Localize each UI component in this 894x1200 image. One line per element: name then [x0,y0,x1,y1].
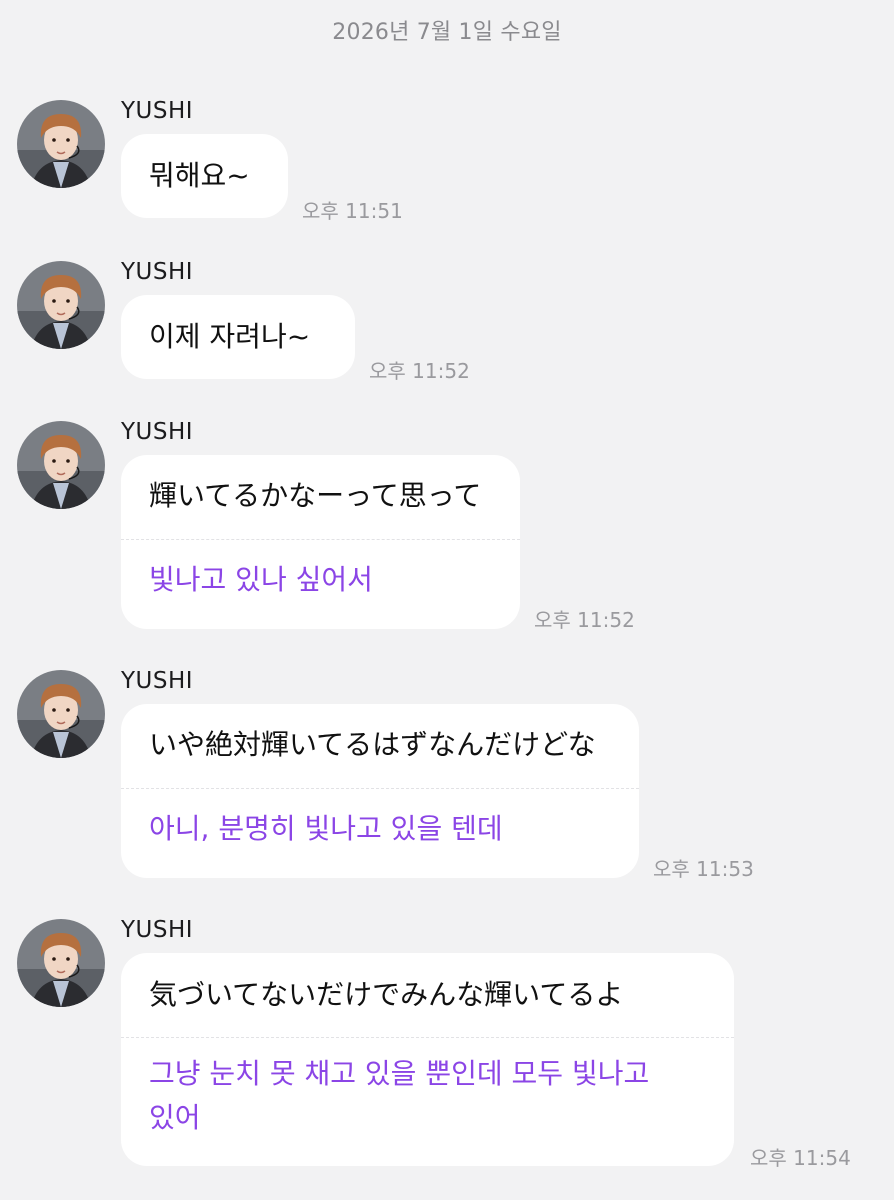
avatar[interactable] [17,421,105,509]
translation-divider [121,788,639,789]
timestamp: 오후 11:54 [750,1146,851,1170]
message-text: いや絶対輝いてるはずなんだけどな [149,728,596,761]
message-bubble[interactable]: 輝いてるかなーって思って 빛나고 있나 싶어서 [121,455,520,629]
avatar[interactable] [17,670,105,758]
timestamp: 오후 11:52 [369,359,470,383]
message-bubble[interactable]: 이제 자려나~ [121,295,355,379]
message-bubble[interactable]: いや絶対輝いてるはずなんだけどな 아니, 분명히 빛나고 있을 텐데 [121,704,639,878]
message-bubble[interactable]: 뭐해요~ [121,134,288,218]
translation-divider [121,539,520,540]
avatar[interactable] [17,100,105,188]
message-text: 気づいてないだけでみんな輝いてるよ [149,978,624,1011]
message-bubble[interactable]: 気づいてないだけでみんな輝いてるよ 그냥 눈치 못 채고 있을 뿐인데 모두 빛… [121,953,734,1166]
message-text: 뭐해요~ [149,159,250,192]
timestamp: 오후 11:53 [653,857,754,881]
sender-name: YUSHI [121,419,194,445]
translation-divider [121,1037,734,1038]
timestamp: 오후 11:52 [534,608,635,632]
avatar[interactable] [17,261,105,349]
timestamp: 오후 11:51 [302,199,403,223]
translation-text-line-1: 그냥 눈치 못 채고 있을 뿐인데 모두 빛나고 [149,1057,650,1090]
sender-name: YUSHI [121,668,194,694]
date-divider: 2026년 7월 1일 수요일 [332,20,562,45]
sender-name: YUSHI [121,917,194,943]
message-text: 이제 자려나~ [149,320,311,353]
sender-name: YUSHI [121,259,194,285]
sender-name: YUSHI [121,98,194,124]
translation-text: 빛나고 있나 싶어서 [149,563,373,596]
message-text: 輝いてるかなーって思って [149,479,482,512]
avatar[interactable] [17,919,105,1007]
translation-text-line-2: 있어 [149,1101,201,1134]
translation-text: 아니, 분명히 빛나고 있을 텐데 [149,812,503,845]
